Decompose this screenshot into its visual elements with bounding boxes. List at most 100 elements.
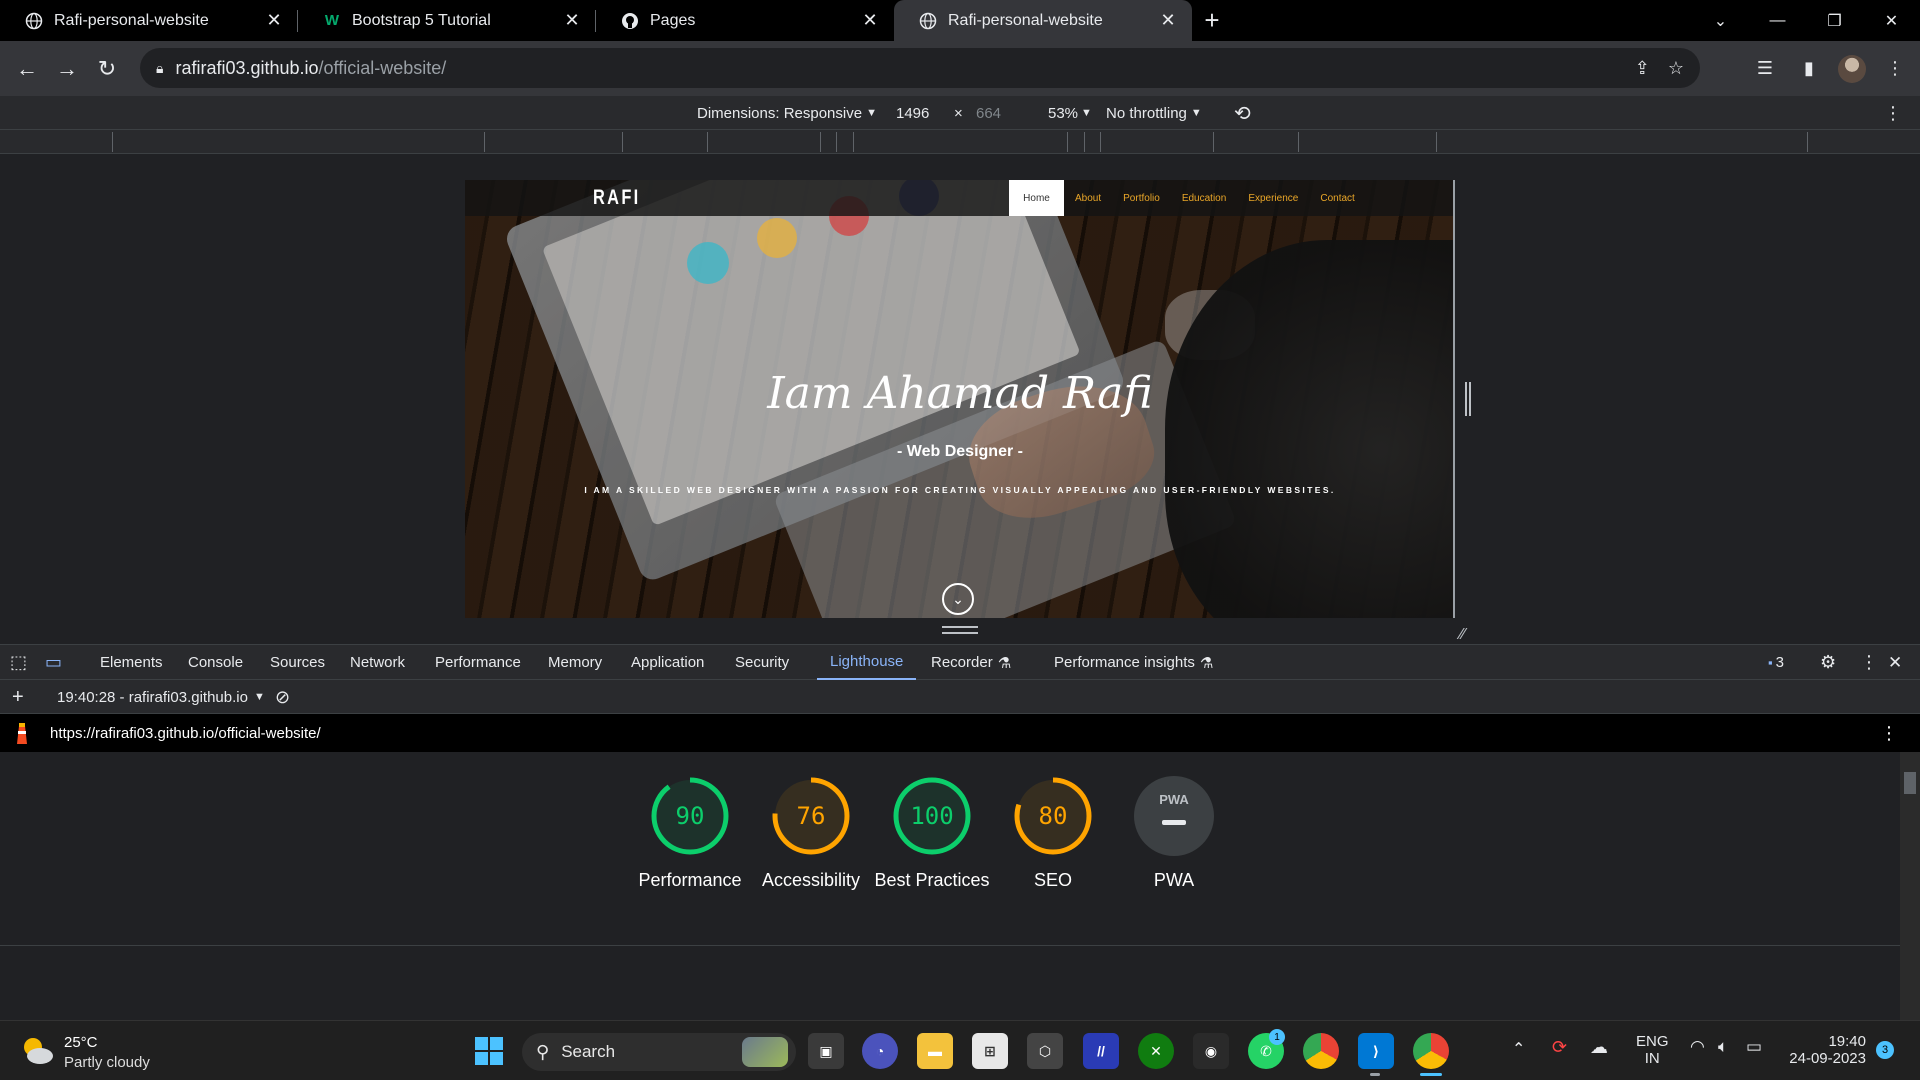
hero-name: Iam Ahamad Rafi — [767, 368, 1153, 419]
zoom-dropdown[interactable]: 53% ▼ — [1048, 96, 1092, 130]
tab-application[interactable]: Application — [631, 645, 704, 680]
close-icon[interactable]: ✕ — [562, 10, 582, 31]
close-devtools-icon[interactable]: ✕ — [1888, 645, 1902, 680]
hero-background-decoration — [687, 242, 729, 284]
tab-recorder[interactable]: Recorder ⚗ — [931, 645, 1011, 680]
tab-memory[interactable]: Memory — [548, 645, 602, 680]
minimize-button[interactable]: — — [1749, 0, 1806, 41]
site-nav-about[interactable]: About — [1075, 193, 1101, 204]
sync-icon[interactable]: ⟳ — [1552, 1037, 1567, 1058]
tab-elements[interactable]: Elements — [100, 645, 163, 680]
device-toolbar: Dimensions: Responsive ▼ 1496 × 664 53% … — [0, 96, 1920, 130]
close-icon[interactable]: ✕ — [860, 10, 880, 31]
report-selector[interactable]: 19:40:28 - rafirafi03.github.io ▼ — [57, 680, 265, 714]
viewport-resize-handle-bottom[interactable] — [942, 626, 978, 634]
device-toggle-icon[interactable]: ▭ — [45, 645, 62, 680]
site-nav-education[interactable]: Education — [1182, 193, 1226, 204]
battery-icon[interactable]: ▭ — [1746, 1037, 1762, 1057]
scroll-down-icon[interactable]: ⌄ — [942, 583, 974, 615]
share-icon[interactable]: ⇪ — [1635, 58, 1650, 79]
browser-tab-2[interactable]: W Bootstrap 5 Tutorial ✕ — [298, 0, 596, 41]
chrome-icon[interactable] — [1303, 1033, 1339, 1069]
gear-icon[interactable]: ⚙ — [1820, 645, 1836, 680]
new-tab-button[interactable]: + — [1192, 0, 1232, 41]
tab-security[interactable]: Security — [735, 645, 789, 680]
clear-icon[interactable]: ⊘ — [275, 680, 290, 714]
tab-network[interactable]: Network — [350, 645, 405, 680]
browser-tab-1[interactable]: Rafi-personal-website ✕ — [0, 0, 298, 41]
notification-badge[interactable]: 3 — [1876, 1041, 1894, 1059]
wifi-icon[interactable]: ◠ — [1690, 1037, 1705, 1057]
windows-start-icon[interactable] — [471, 1033, 507, 1069]
viewport-resize-handle-corner[interactable]: ⁄⁄ — [1460, 626, 1465, 644]
file-explorer-icon[interactable]: ▬ — [917, 1033, 953, 1069]
throttling-dropdown[interactable]: No throttling ▼ — [1106, 96, 1202, 130]
restore-button[interactable]: ❐ — [1806, 0, 1863, 41]
score-gauge-accessibility[interactable]: 76 Accessibility — [762, 776, 860, 893]
taskbar-search[interactable]: ⚲ Search — [522, 1033, 796, 1071]
xbox-icon[interactable]: ✕ — [1138, 1033, 1174, 1069]
reload-button[interactable]: ↻ — [87, 49, 127, 89]
more-options-icon[interactable]: ⋮ — [1860, 645, 1878, 680]
volume-icon[interactable]: 🔈︎ — [1718, 1037, 1728, 1057]
search-icon: ⚲ — [536, 1041, 550, 1062]
report-url[interactable]: https://rafirafi03.github.io/official-we… — [50, 714, 321, 752]
reading-list-icon[interactable]: ☰ — [1750, 54, 1780, 84]
tab-performance[interactable]: Performance — [435, 645, 521, 680]
issues-counter[interactable]: ▪ 3 — [1768, 645, 1784, 680]
issues-count: 3 — [1775, 654, 1784, 671]
site-nav-home[interactable]: Home — [1009, 180, 1064, 216]
close-icon[interactable]: ✕ — [1158, 10, 1178, 31]
score-gauge-performance[interactable]: 90 Performance — [638, 776, 742, 893]
vscode-icon[interactable]: ⟩ — [1358, 1033, 1394, 1069]
site-nav-portfolio[interactable]: Portfolio — [1123, 193, 1160, 204]
height-input[interactable]: 664 — [976, 96, 1001, 130]
tray-chevron-up-icon[interactable]: ⌃ — [1512, 1039, 1525, 1059]
notepad-app-icon[interactable]: // — [1083, 1033, 1119, 1069]
more-options-icon[interactable]: ⋮ — [1880, 714, 1898, 752]
menu-kebab-icon[interactable]: ⋮ — [1880, 54, 1910, 84]
lock-icon[interactable]: 🔒︎ — [156, 60, 163, 77]
tab-sources[interactable]: Sources — [270, 645, 325, 680]
task-view-icon[interactable]: ▣ — [808, 1033, 844, 1069]
site-nav-contact[interactable]: Contact — [1320, 193, 1354, 204]
unity-icon[interactable]: ⬡ — [1027, 1033, 1063, 1069]
chrome-active-icon[interactable] — [1413, 1033, 1449, 1069]
weather-icon[interactable] — [18, 1033, 56, 1067]
tab-console[interactable]: Console — [188, 645, 243, 680]
tab-search-icon[interactable]: ⌄ — [1692, 0, 1749, 41]
teams-chat-icon[interactable]: ◔ — [862, 1033, 898, 1069]
inspect-element-icon[interactable]: ⬚ — [10, 645, 27, 680]
score-gauge-seo[interactable]: 80 SEO — [1013, 776, 1093, 893]
tab-lighthouse[interactable]: Lighthouse — [817, 645, 917, 680]
tab-performance-insights[interactable]: Performance insights ⚗ — [1054, 645, 1213, 680]
close-icon[interactable]: ✕ — [264, 10, 284, 31]
media-query-ruler[interactable] — [0, 130, 1920, 154]
website-preview: RAFI Home About Portfolio Education Expe… — [465, 180, 1455, 618]
clock[interactable]: 19:40 24-09-2023 — [1788, 1033, 1866, 1067]
browser-tab-4[interactable]: Rafi-personal-website ✕ — [894, 0, 1192, 41]
onedrive-icon[interactable]: ☁ — [1590, 1037, 1608, 1058]
site-brand[interactable]: RAFI — [593, 186, 641, 210]
color-app-icon[interactable]: ◉ — [1193, 1033, 1229, 1069]
score-gauge-best-practices[interactable]: 100 Best Practices — [874, 776, 990, 893]
browser-tab-3[interactable]: Pages ✕ — [596, 0, 894, 41]
score-gauge-pwa[interactable]: PWA PWA — [1134, 776, 1214, 893]
rotate-icon[interactable]: ⟲ — [1234, 96, 1251, 130]
bookmark-star-icon[interactable]: ☆ — [1668, 58, 1684, 79]
language-indicator[interactable]: ENG IN — [1636, 1033, 1669, 1067]
viewport-resize-handle-right[interactable] — [1465, 382, 1471, 416]
profile-avatar[interactable] — [1838, 54, 1866, 83]
address-bar[interactable]: 🔒︎ rafirafi03.github.io/official-website… — [140, 48, 1700, 88]
dimensions-dropdown[interactable]: Dimensions: Responsive ▼ — [697, 96, 877, 130]
back-button[interactable]: ← — [7, 49, 47, 89]
close-window-button[interactable]: ✕ — [1863, 0, 1920, 41]
microsoft-store-icon[interactable]: ⊞ — [972, 1033, 1008, 1069]
width-input[interactable]: 1496 — [896, 96, 929, 130]
side-panel-icon[interactable]: ▮ — [1794, 54, 1824, 84]
new-report-icon[interactable]: + — [12, 680, 24, 714]
site-nav-experience[interactable]: Experience — [1248, 193, 1298, 204]
forward-button[interactable]: → — [47, 49, 87, 89]
report-scrollbar[interactable] — [1900, 752, 1920, 1020]
more-options-icon[interactable]: ⋮ — [1884, 96, 1902, 130]
